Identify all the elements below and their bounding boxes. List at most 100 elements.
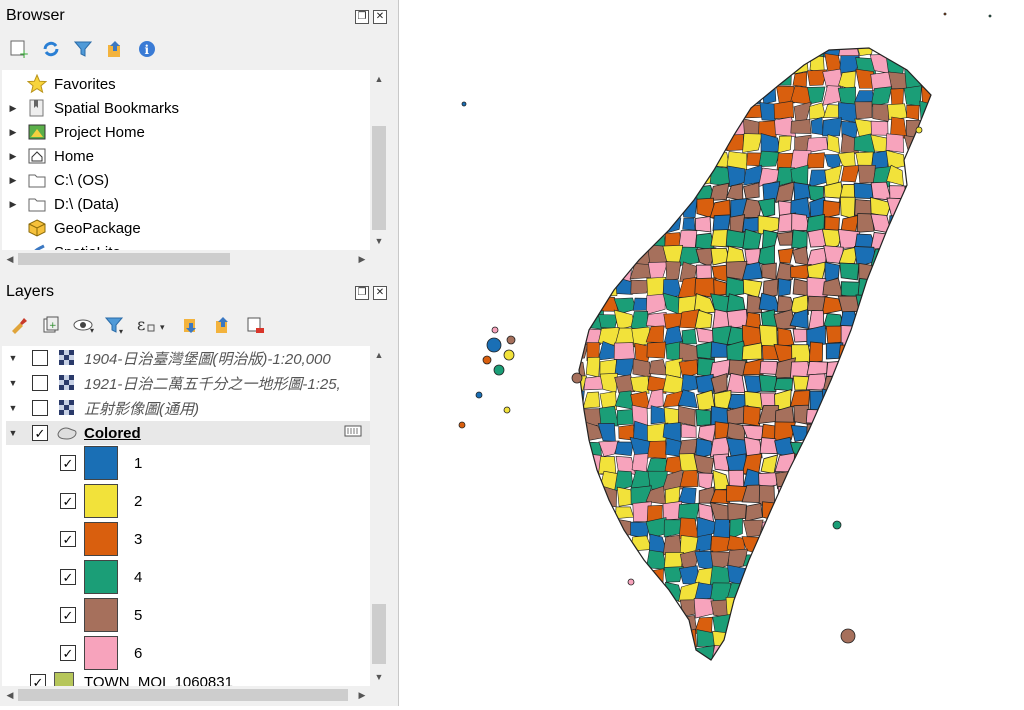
- township-polygon: [665, 261, 682, 282]
- info-icon[interactable]: i: [136, 38, 158, 60]
- layer-row[interactable]: ▼ 1904-日治臺灣堡圖(明治版)-1:20,000: [6, 346, 370, 370]
- township-polygons: [579, 48, 931, 660]
- float-panel-button[interactable]: ❐: [355, 286, 369, 300]
- expand-all-icon[interactable]: [180, 314, 202, 336]
- expand-arrow-icon[interactable]: ▶: [6, 127, 20, 138]
- township-polygon: [757, 245, 775, 267]
- township-polygon: [840, 325, 861, 347]
- class-visibility-checkbox[interactable]: ✓: [60, 493, 76, 509]
- collapse-arrow-icon[interactable]: ▼: [6, 428, 20, 438]
- township-polygon: [632, 358, 652, 378]
- legend-class-row[interactable]: ✓ 5: [60, 597, 142, 633]
- township-polygon: [806, 361, 828, 376]
- township-polygon: [760, 133, 781, 154]
- collapse-icon[interactable]: [104, 38, 126, 60]
- township-polygon: [598, 456, 617, 475]
- browser-item[interactable]: ▶ D:\ (Data): [6, 192, 119, 216]
- collapse-arrow-icon[interactable]: ▼: [6, 378, 20, 388]
- float-panel-button[interactable]: ❐: [355, 10, 369, 24]
- remove-layer-icon[interactable]: [244, 314, 266, 336]
- browser-horizontal-scrollbar[interactable]: ◀ ▶: [2, 250, 370, 268]
- visibility-icon[interactable]: ▾: [72, 314, 94, 336]
- collapse-arrow-icon[interactable]: ▼: [6, 403, 20, 413]
- legend-class-row[interactable]: ✓ 2: [60, 483, 142, 519]
- class-color-swatch: [84, 560, 118, 594]
- township-polygon: [773, 377, 794, 392]
- township-polygon: [646, 388, 664, 410]
- layer-visibility-checkbox[interactable]: [32, 400, 48, 416]
- browser-item[interactable]: ▶ C:\ (OS): [6, 168, 109, 192]
- township-polygon: [742, 405, 761, 427]
- style-icon[interactable]: [8, 314, 30, 336]
- browser-item[interactable]: Favorites: [6, 72, 116, 96]
- svg-text:▾: ▾: [119, 327, 123, 335]
- township-polygon: [713, 519, 730, 539]
- add-group-icon[interactable]: +: [40, 314, 62, 336]
- township-polygon: [630, 375, 650, 394]
- filter-legend-icon[interactable]: ▾: [104, 314, 126, 336]
- township-polygon: [709, 436, 730, 457]
- collapse-all-icon[interactable]: [212, 314, 234, 336]
- township-polygon: [822, 200, 841, 219]
- islet-polygon: [503, 349, 515, 361]
- collapse-arrow-icon[interactable]: ▼: [6, 353, 20, 363]
- township-polygon: [693, 598, 714, 619]
- layer-visibility-checkbox[interactable]: [32, 350, 48, 366]
- bookmark-icon: [26, 97, 48, 119]
- layer-row[interactable]: ✓ TOWN_MOI_1060831: [30, 670, 233, 686]
- expand-arrow-icon[interactable]: ▶: [6, 103, 20, 114]
- township-polygon: [730, 614, 746, 630]
- map-canvas[interactable]: [399, 0, 1024, 706]
- islet-polygon: [482, 355, 492, 365]
- browser-item[interactable]: ▶ Project Home: [6, 120, 145, 144]
- layer-row[interactable]: ▼ 正射影像圖(通用): [6, 396, 370, 420]
- browser-item[interactable]: ▶ Home: [6, 144, 94, 168]
- class-visibility-checkbox[interactable]: ✓: [60, 569, 76, 585]
- legend-class-row[interactable]: ✓ 3: [60, 521, 142, 557]
- township-polygon: [808, 341, 824, 364]
- expression-icon[interactable]: ε ▾: [136, 314, 170, 336]
- township-polygon: [855, 68, 874, 89]
- township-polygon: [614, 358, 636, 377]
- svg-text:i: i: [145, 43, 150, 57]
- expand-arrow-icon[interactable]: ▶: [6, 151, 20, 162]
- layer-row[interactable]: ▼ 1921-日治二萬五千分之一地形圖-1:25,: [6, 371, 370, 395]
- township-polygon: [778, 278, 792, 297]
- panel-splitter[interactable]: [0, 270, 398, 276]
- svg-text:ε: ε: [137, 315, 145, 334]
- add-layer-icon[interactable]: +: [8, 38, 30, 60]
- close-panel-button[interactable]: ✕: [373, 286, 387, 300]
- township-polygon: [792, 71, 808, 88]
- legend-class-row[interactable]: ✓ 4: [60, 559, 142, 595]
- township-polygon: [629, 263, 652, 280]
- layer-visibility-checkbox[interactable]: [32, 375, 48, 391]
- class-visibility-checkbox[interactable]: ✓: [60, 455, 76, 471]
- class-color-swatch: [84, 522, 118, 556]
- class-label: 6: [134, 644, 143, 662]
- expand-arrow-icon[interactable]: ▶: [6, 175, 20, 186]
- browser-item[interactable]: SpatiaLite: [6, 240, 121, 250]
- township-polygon: [827, 134, 841, 154]
- township-polygon: [854, 101, 873, 120]
- layers-vertical-scrollbar[interactable]: ▲ ▼: [370, 346, 388, 686]
- expand-arrow-icon[interactable]: ▶: [6, 199, 20, 210]
- class-visibility-checkbox[interactable]: ✓: [60, 607, 76, 623]
- township-polygon: [727, 103, 745, 119]
- close-panel-button[interactable]: ✕: [373, 10, 387, 24]
- browser-item[interactable]: ▶ Spatial Bookmarks: [6, 96, 179, 120]
- layer-visibility-checkbox[interactable]: ✓: [32, 425, 48, 441]
- class-visibility-checkbox[interactable]: ✓: [60, 531, 76, 547]
- browser-item[interactable]: GeoPackage: [6, 216, 141, 240]
- township-polygon: [777, 485, 792, 502]
- filter-icon[interactable]: [72, 38, 94, 60]
- browser-vertical-scrollbar[interactable]: ▲ ▼: [370, 70, 388, 250]
- browser-item-label: Project Home: [54, 123, 145, 141]
- legend-class-row[interactable]: ✓ 1: [60, 445, 142, 481]
- legend-class-row[interactable]: ✓ 6: [60, 635, 142, 671]
- layer-visibility-checkbox[interactable]: ✓: [30, 674, 46, 686]
- class-visibility-checkbox[interactable]: ✓: [60, 645, 76, 661]
- islet-polygon: [503, 406, 511, 414]
- layers-horizontal-scrollbar[interactable]: ◀ ▶: [2, 686, 370, 704]
- refresh-icon[interactable]: [40, 38, 62, 60]
- layer-row[interactable]: ▼ ✓ Colored: [6, 421, 370, 445]
